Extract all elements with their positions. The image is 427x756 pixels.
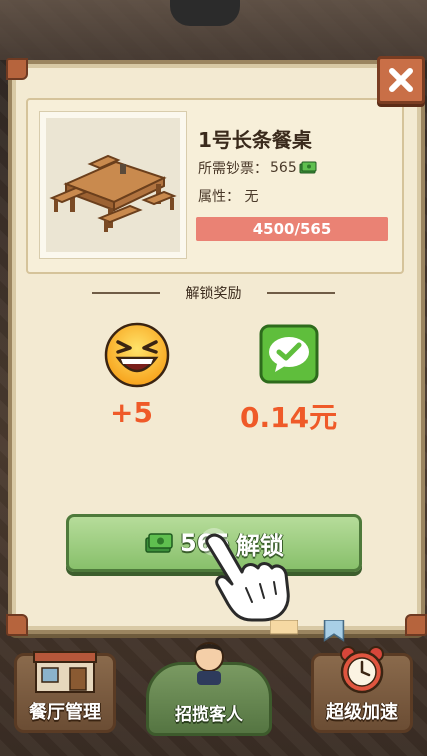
attribute-row: 属性： 无 [198,186,258,206]
panel-corner [6,58,28,80]
cost-value: 565 [270,160,297,176]
attribute-value: 无 [244,189,259,205]
divider-line [267,292,335,294]
nav-label-attract: 招揽客人 [175,705,243,725]
restaurant-manage-button[interactable]: 餐厅管理 [14,651,116,733]
panel-corner [405,614,427,636]
close-button[interactable] [377,56,425,104]
progress-bar: 4500/565 [196,217,388,241]
nav-label-restaurant: 餐厅管理 [29,702,101,723]
attract-customers-button[interactable]: 招揽客人 [146,642,272,736]
reward-value-cash: 0.14元 [240,401,338,434]
restaurant-building-icon [33,651,97,693]
progress-text: 4500/565 [252,220,332,238]
cost-row: 所需钞票： 565 [198,158,317,178]
chef-character-icon [194,642,224,685]
cash-icon [299,161,317,174]
bookmark-ribbon [323,620,345,642]
reward-title: 解锁奖励 [185,286,242,302]
alarm-clock-icon [340,646,384,694]
nav-label-speed: 超级加速 [326,702,398,723]
reward-value-emoji: +5 [110,396,153,429]
attribute-label: 属性： [198,189,240,205]
close-icon [389,68,413,92]
long-table-icon [49,154,177,232]
cash-icon [145,533,173,553]
stove [170,0,240,26]
pointing-hand-icon [200,528,290,622]
panel-corner [6,614,28,636]
cost-label: 所需钞票： [198,161,268,177]
item-info-card: 1号长条餐桌 所需钞票： 565 属性： 无 4500/565 [26,98,404,274]
wechat-check-icon [259,324,319,384]
item-name: 1号长条餐桌 [198,128,312,152]
super-speed-button[interactable]: 超级加速 [311,646,413,733]
laughing-emoji-icon [104,322,170,388]
table-thumbnail [40,112,186,258]
